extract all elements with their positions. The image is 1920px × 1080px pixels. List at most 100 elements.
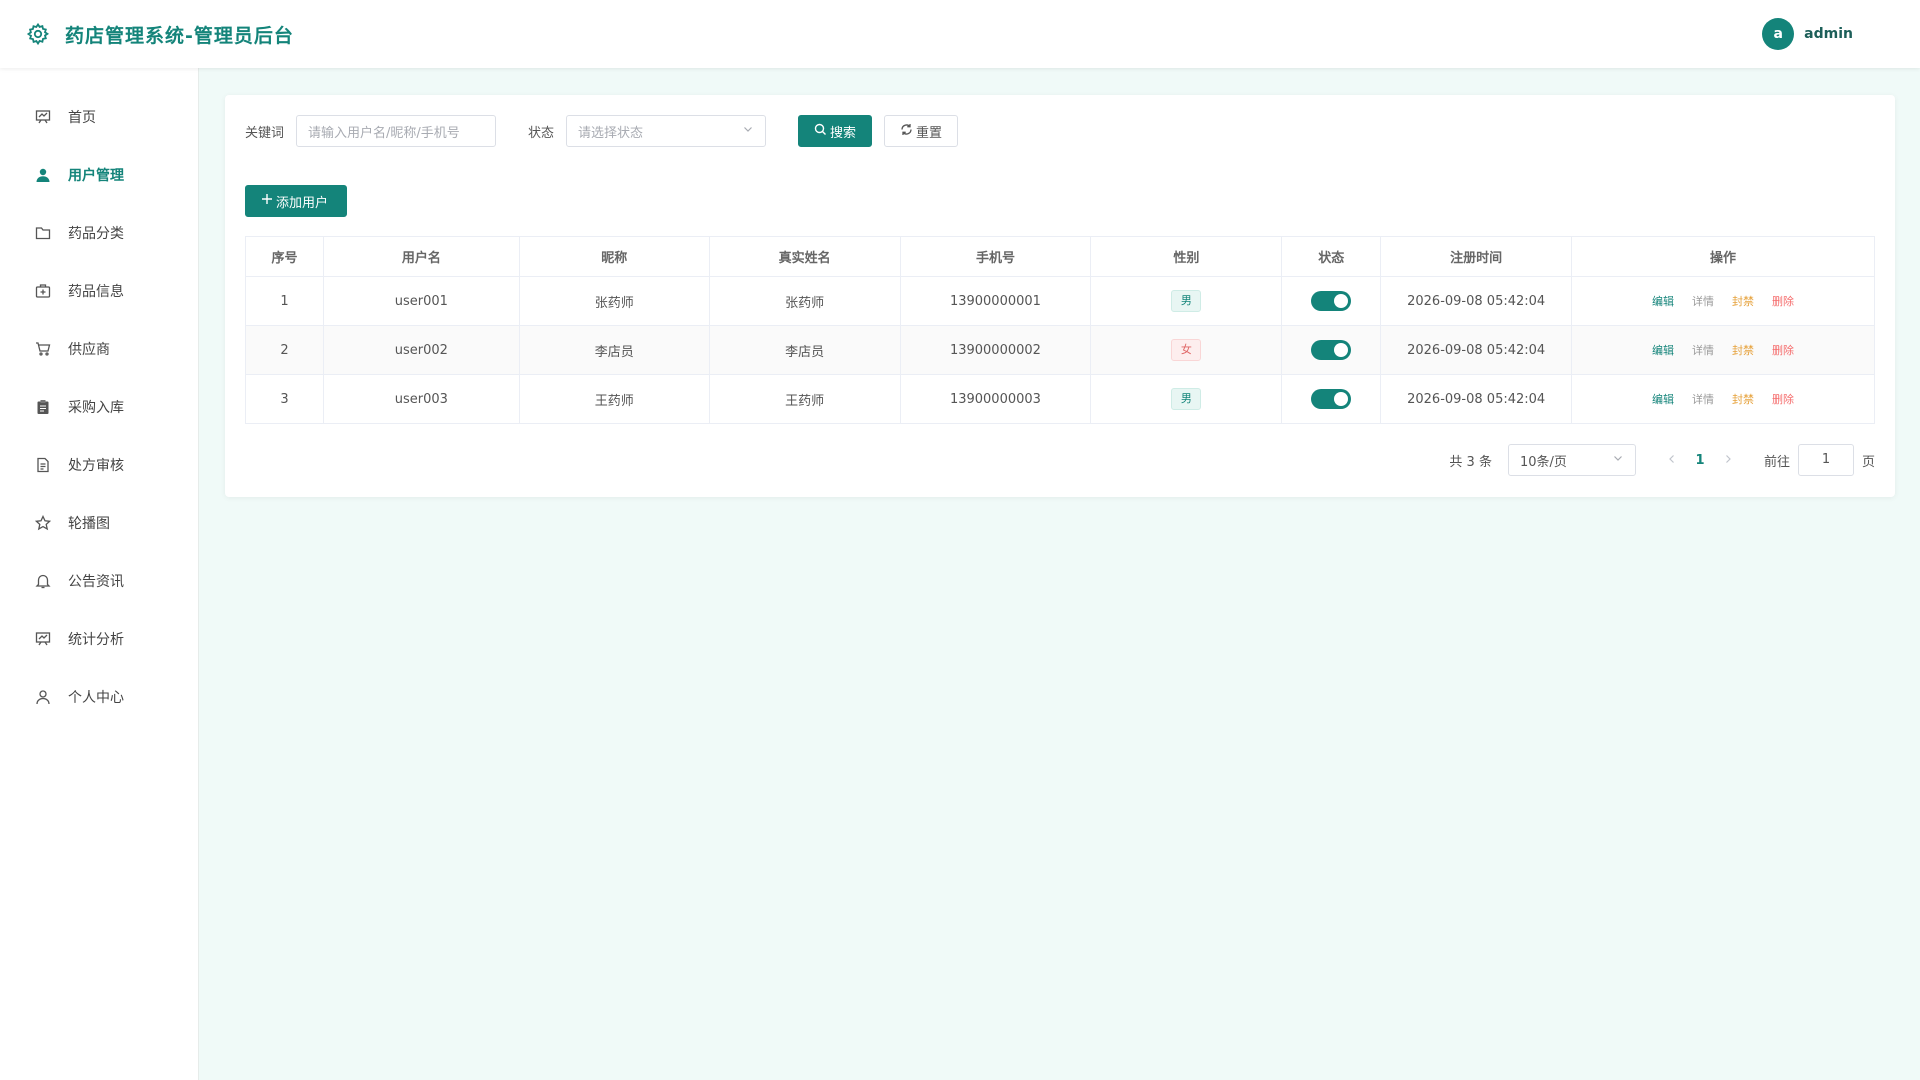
- cell-registered: 2026-09-08 05:42:04: [1380, 374, 1573, 424]
- detail-link[interactable]: 详情: [1692, 293, 1714, 309]
- delete-link[interactable]: 删除: [1772, 391, 1794, 407]
- keyword-placeholder: 请输入用户名/昵称/手机号: [308, 125, 460, 141]
- pagination: 共 3 条 10条/页 1 前往 1 页: [245, 444, 1875, 476]
- prev-page-button[interactable]: [1660, 453, 1684, 468]
- search-button[interactable]: 搜索: [798, 115, 873, 147]
- table-row: 2 user002 李店员 李店员 13900000002 女 2026-09-…: [245, 325, 1875, 375]
- sidebar-item-label: 药品信息: [68, 284, 124, 300]
- goto-label: 前往: [1763, 454, 1790, 470]
- status-toggle[interactable]: [1311, 291, 1352, 311]
- delete-link[interactable]: 删除: [1772, 293, 1794, 309]
- bell-icon: [34, 572, 52, 590]
- edit-link[interactable]: 编辑: [1652, 391, 1674, 407]
- chart-board-icon: [34, 630, 52, 648]
- add-user-button-label: 添加用户: [276, 195, 329, 211]
- keyword-input[interactable]: 请输入用户名/昵称/手机号: [296, 115, 497, 147]
- cell-actions: 编辑 详情 封禁 删除: [1571, 325, 1875, 375]
- status-toggle[interactable]: [1311, 340, 1352, 360]
- cell-actions: 编辑 详情 封禁 删除: [1571, 374, 1875, 424]
- sidebar-item-home[interactable]: 首页: [0, 88, 198, 146]
- avatar[interactable]: a: [1762, 18, 1795, 50]
- page-size-select[interactable]: 10条/页: [1507, 444, 1636, 476]
- sidebar-item-prescriptions[interactable]: 处方审核: [0, 436, 198, 494]
- sidebar-item-label: 用户管理: [68, 168, 124, 184]
- ban-link[interactable]: 封禁: [1732, 293, 1754, 309]
- sidebar-item-label: 个人中心: [68, 690, 124, 706]
- cell-actions: 编辑 详情 封禁 删除: [1571, 276, 1875, 326]
- search-bar: 关键词 请输入用户名/昵称/手机号 状态 请选择状态 搜索 重置: [245, 115, 1875, 147]
- app-title: 药店管理系统-管理员后台: [65, 24, 294, 47]
- column-header: 操作: [1571, 236, 1875, 277]
- reset-button[interactable]: 重置: [884, 115, 959, 147]
- add-user-button[interactable]: 添加用户: [245, 185, 347, 217]
- chevron-right-icon: [1726, 454, 1731, 463]
- user-icon: [34, 166, 52, 184]
- edit-link[interactable]: 编辑: [1652, 293, 1674, 309]
- column-header: 真实姓名: [708, 236, 901, 277]
- delete-link[interactable]: 删除: [1772, 342, 1794, 358]
- sidebar-item-announcements[interactable]: 公告资讯: [0, 552, 198, 610]
- sidebar-item-profile[interactable]: 个人中心: [0, 668, 198, 726]
- cell-phone: 13900000003: [899, 374, 1092, 424]
- person-icon: [34, 688, 52, 706]
- cell-gender: 男: [1090, 374, 1283, 424]
- cell-nickname: 李店员: [518, 325, 710, 375]
- status-toggle[interactable]: [1311, 389, 1352, 409]
- column-header: 序号: [245, 236, 324, 277]
- star-icon: [34, 514, 52, 532]
- table-row: 1 user001 张药师 张药师 13900000001 男 2026-09-…: [245, 276, 1875, 326]
- detail-link[interactable]: 详情: [1692, 342, 1714, 358]
- sidebar-item-label: 处方审核: [68, 458, 124, 474]
- table-header-row: 序号 用户名 昵称 真实姓名 手机号 性别 状态 注册时间 操作: [245, 236, 1875, 277]
- ban-link[interactable]: 封禁: [1732, 391, 1754, 407]
- column-header: 注册时间: [1380, 236, 1573, 277]
- status-select[interactable]: 请选择状态: [566, 115, 767, 147]
- cell-gender: 男: [1090, 276, 1283, 326]
- page-number-1[interactable]: 1: [1684, 453, 1716, 468]
- chevron-down-icon: [742, 123, 754, 139]
- next-page-button[interactable]: [1716, 453, 1740, 468]
- sidebar-item-label: 药品分类: [68, 226, 124, 242]
- cell-index: 3: [245, 374, 324, 424]
- cell-phone: 13900000002: [899, 325, 1092, 375]
- cell-username: user003: [322, 374, 520, 424]
- cell-status: [1281, 374, 1382, 424]
- column-header: 状态: [1281, 236, 1382, 277]
- goto-page-input[interactable]: 1: [1797, 444, 1854, 476]
- edit-link[interactable]: 编辑: [1652, 342, 1674, 358]
- ban-link[interactable]: 封禁: [1732, 342, 1754, 358]
- gear-icon[interactable]: [25, 21, 51, 47]
- sidebar-item-label: 供应商: [68, 342, 110, 358]
- sidebar-item-carousel[interactable]: 轮播图: [0, 494, 198, 552]
- detail-link[interactable]: 详情: [1692, 391, 1714, 407]
- search-button-label: 搜索: [830, 125, 857, 141]
- sidebar-item-drugs[interactable]: 药品信息: [0, 262, 198, 320]
- username[interactable]: admin: [1804, 26, 1853, 42]
- cell-phone: 13900000001: [899, 276, 1092, 326]
- cell-realname: 李店员: [708, 325, 901, 375]
- sidebar-item-statistics[interactable]: 统计分析: [0, 610, 198, 668]
- cell-registered: 2026-09-08 05:42:04: [1380, 325, 1573, 375]
- sidebar-item-categories[interactable]: 药品分类: [0, 204, 198, 262]
- user-menu[interactable]: a admin: [1762, 18, 1853, 50]
- gender-tag: 男: [1171, 388, 1202, 410]
- status-placeholder: 请选择状态: [578, 125, 644, 141]
- medkit-icon: [34, 282, 52, 300]
- pagination-total: 共 3 条: [1449, 454, 1492, 470]
- cell-registered: 2026-09-08 05:42:04: [1380, 276, 1573, 326]
- column-header: 用户名: [322, 236, 520, 277]
- sidebar-item-suppliers[interactable]: 供应商: [0, 320, 198, 378]
- keyword-label: 关键词: [245, 125, 285, 141]
- sidebar-item-users[interactable]: 用户管理: [0, 146, 198, 204]
- cell-status: [1281, 325, 1382, 375]
- search-icon: [814, 123, 830, 140]
- folder-icon: [34, 224, 52, 242]
- cell-gender: 女: [1090, 325, 1283, 375]
- chevron-left-icon: [1669, 454, 1674, 463]
- cell-realname: 王药师: [708, 374, 901, 424]
- status-label: 状态: [528, 125, 555, 141]
- column-header: 手机号: [899, 236, 1092, 277]
- reset-button-label: 重置: [916, 125, 943, 141]
- sidebar-item-purchase[interactable]: 采购入库: [0, 378, 198, 436]
- cell-index: 1: [245, 276, 324, 326]
